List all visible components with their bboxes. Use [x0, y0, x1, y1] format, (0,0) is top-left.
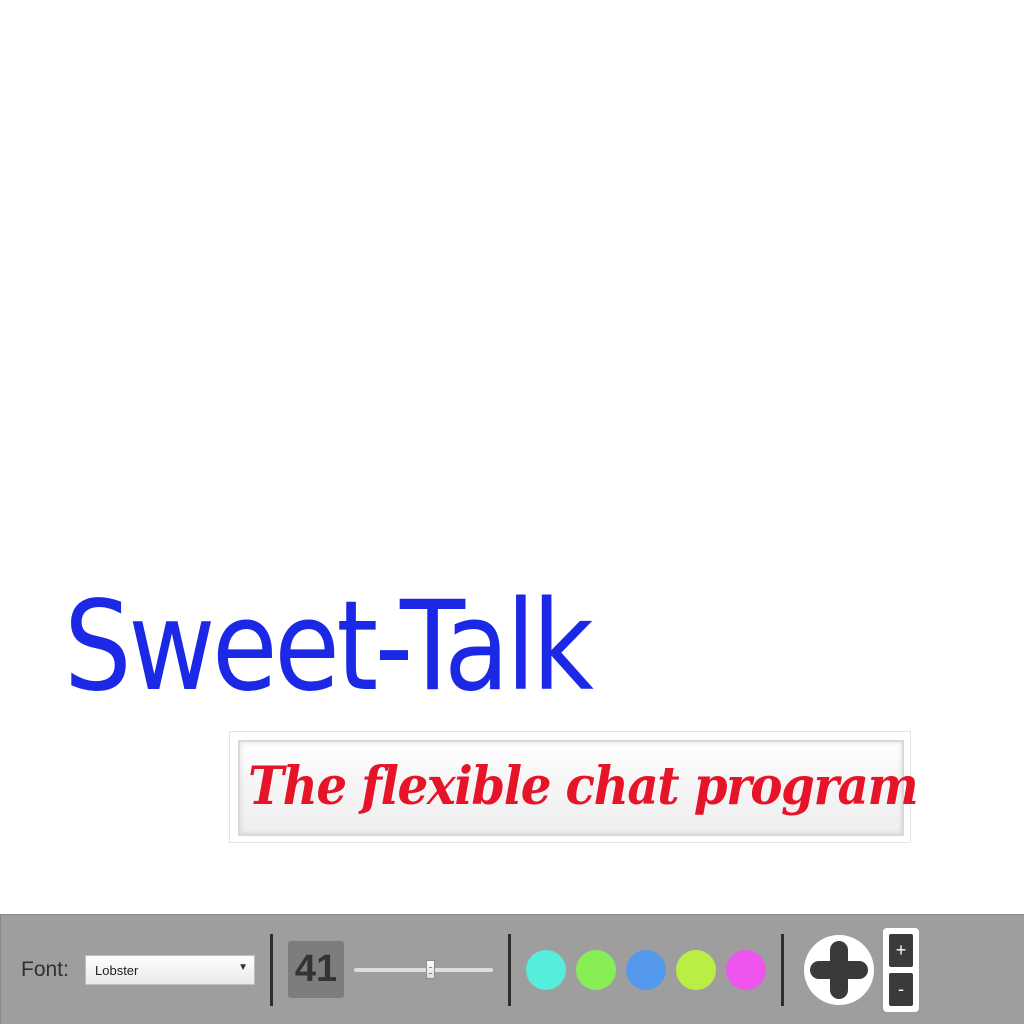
toolbar-divider: [270, 934, 273, 1006]
zoom-in-button[interactable]: +: [889, 934, 913, 967]
add-button[interactable]: [804, 935, 874, 1005]
zoom-out-button[interactable]: -: [889, 973, 913, 1006]
plus-icon: [810, 941, 868, 999]
font-label: Font:: [21, 958, 69, 981]
font-select-value: Lobster: [95, 963, 139, 978]
color-swatch-lime[interactable]: [676, 950, 716, 990]
color-swatch-green[interactable]: [576, 950, 616, 990]
color-swatch-magenta[interactable]: [726, 950, 766, 990]
tagline-banner[interactable]: The flexible chat program: [229, 731, 919, 843]
font-size-display: 41: [288, 941, 344, 998]
toolbar-divider: [781, 934, 784, 1006]
toolbar-divider: [508, 934, 511, 1006]
font-select[interactable]: Lobster ▼: [85, 955, 255, 985]
color-swatch-blue[interactable]: [626, 950, 666, 990]
zoom-controls: + -: [883, 928, 919, 1012]
tagline-text: The flexible chat program: [248, 756, 919, 817]
color-swatch-turquoise[interactable]: [526, 950, 566, 990]
tagline-banner-inner: The flexible chat program: [238, 740, 919, 836]
dropdown-arrow-icon: ▼: [238, 962, 248, 973]
font-size-slider-track[interactable]: [354, 968, 493, 972]
title-text[interactable]: Sweet-Talk: [64, 572, 594, 722]
formatting-toolbar: Font: Lobster ▼ 41 + -: [0, 914, 1024, 1024]
editor-canvas: Sweet-Talk The flexible chat program: [0, 0, 1024, 914]
font-size-slider-thumb[interactable]: [426, 960, 436, 979]
